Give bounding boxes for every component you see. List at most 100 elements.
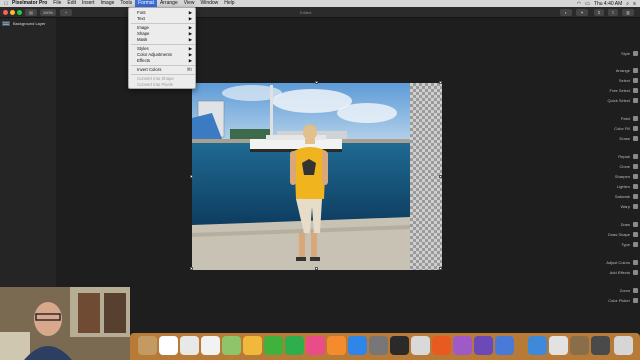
tool-sharpen[interactable]: Sharpen (615, 173, 638, 180)
tool-warp[interactable]: Warp (621, 203, 638, 210)
reminders-app-icon[interactable] (201, 336, 220, 355)
menu-help[interactable]: Help (221, 0, 237, 7)
trash-icon[interactable] (614, 336, 633, 355)
stamp-icon (633, 164, 638, 169)
tool-label: Arrange (615, 68, 630, 73)
notes-paper-icon[interactable] (180, 336, 199, 355)
close-button[interactable] (3, 10, 8, 15)
app-store-icon[interactable] (348, 336, 367, 355)
tool-clone[interactable]: Clone (620, 163, 638, 170)
resize-handle[interactable] (439, 267, 442, 270)
resize-handle[interactable] (315, 267, 318, 270)
resize-handle[interactable] (190, 267, 193, 270)
menu-insert[interactable]: Insert (79, 0, 98, 7)
webcam-overlay (0, 287, 130, 360)
share-button[interactable]: ⇪ (608, 9, 618, 16)
menu-item-label: Styles (137, 46, 149, 51)
photo-image (192, 83, 410, 270)
music-app-icon[interactable] (306, 336, 325, 355)
tool-draw[interactable]: Draw (621, 221, 638, 228)
tool-erase[interactable]: Erase (620, 135, 638, 142)
clock[interactable]: Thu 4:40 AM (594, 1, 622, 7)
books-app-icon[interactable] (327, 336, 346, 355)
menu-tools[interactable]: Tools (117, 0, 135, 7)
menu-app[interactable]: Pixelmator Pro (9, 0, 50, 7)
tools-toggle-button[interactable]: ▥ (622, 9, 634, 16)
facetime-app-icon[interactable] (285, 336, 304, 355)
resize-handle[interactable] (439, 81, 442, 84)
tool-add-effects[interactable]: Add Effects (610, 269, 638, 276)
app-icon[interactable] (495, 336, 514, 355)
tool-label: Select (618, 78, 630, 83)
app-icon[interactable] (474, 336, 493, 355)
tool-label: Color Fill (614, 126, 630, 131)
tool-adjust-colors[interactable]: Adjust Colors (606, 259, 638, 266)
screenshot-icon[interactable] (570, 336, 589, 355)
tool-color-picker[interactable]: Color Picker (608, 297, 638, 304)
tool-quick-select[interactable]: Quick Select (608, 97, 638, 104)
menu-window[interactable]: Window (197, 0, 221, 7)
maps-app-icon[interactable] (222, 336, 241, 355)
menu-file[interactable]: File (50, 0, 64, 7)
vlc-app-icon[interactable] (432, 336, 451, 355)
menu-separator (131, 65, 195, 66)
tool-style[interactable]: Style (621, 50, 638, 57)
menu-item-label: Image (137, 25, 149, 30)
tool-zoom[interactable]: Zoom (620, 287, 638, 294)
app-icon[interactable] (453, 336, 472, 355)
tool-repair[interactable]: Repair (618, 153, 638, 160)
resize-handle[interactable] (439, 175, 442, 178)
menu-item-invert-colors[interactable]: Invert Colors ⌘I (137, 67, 195, 73)
pixelmator-app-icon[interactable] (390, 336, 409, 355)
minimize-button[interactable] (10, 10, 15, 15)
color-adjust-button[interactable]: ◐ (560, 9, 572, 16)
menu-item-effects[interactable]: Effects ▶ (137, 58, 195, 64)
downloads-folder-icon[interactable] (528, 336, 547, 355)
menu-view[interactable]: View (181, 0, 198, 7)
messages-app-icon[interactable] (264, 336, 283, 355)
add-button[interactable]: + (60, 9, 72, 16)
zoom-select[interactable]: 100% (40, 9, 56, 16)
tool-paint[interactable]: Paint (621, 115, 638, 122)
chrome-app-icon[interactable] (411, 336, 430, 355)
tool-label: Clone (619, 164, 630, 169)
battery-icon[interactable]: ▭ (585, 1, 590, 7)
photos-app-icon[interactable] (243, 336, 262, 355)
tool-draw-shape[interactable]: Draw Shape (608, 231, 638, 238)
tool-free-select[interactable]: Free Select (610, 87, 638, 94)
system-preferences-icon[interactable] (369, 336, 388, 355)
layer-row[interactable]: Background Layer (2, 20, 54, 27)
tool-saturate[interactable]: Saturate (615, 193, 638, 200)
zoom-button[interactable] (17, 10, 22, 15)
tool-color-fill[interactable]: Color Fill (614, 125, 638, 132)
canvas[interactable] (190, 81, 442, 270)
tool-select[interactable]: Select (619, 77, 638, 84)
notes-app-icon[interactable] (138, 336, 157, 355)
search-icon[interactable]: ⌕ (626, 1, 629, 7)
tool-lighten[interactable]: Lighten (617, 183, 638, 190)
resize-handle[interactable] (190, 175, 193, 178)
effects-button[interactable]: ✦ (576, 9, 588, 16)
crop-button[interactable]: ⌗ (594, 9, 604, 16)
menu-item-text[interactable]: Text ▶ (137, 16, 195, 22)
tool-type[interactable]: Type (621, 241, 638, 248)
menu-edit[interactable]: Edit (64, 0, 79, 7)
menu-image[interactable]: Image (98, 0, 118, 7)
tool-arrange[interactable]: Arrange (616, 67, 638, 74)
bucket-icon (633, 126, 638, 131)
document-icon[interactable] (549, 336, 568, 355)
menu-arrange[interactable]: Arrange (157, 0, 181, 7)
effects-icon (633, 270, 638, 275)
brush-icon (633, 116, 638, 121)
tool-label: Paint (620, 116, 630, 121)
resize-handle[interactable] (315, 81, 318, 84)
tool-label: Zoom (619, 288, 630, 293)
menu-list-icon[interactable]: ≡ (633, 1, 636, 7)
calendar-app-icon[interactable] (159, 336, 178, 355)
menu-item-mask[interactable]: Mask ▶ (137, 37, 195, 43)
menu-format[interactable]: Format (135, 0, 157, 7)
adjust-icon (633, 260, 638, 265)
wifi-icon[interactable]: ◠ (577, 1, 581, 7)
sidebar-toggle-button[interactable]: ▤ (25, 9, 37, 16)
screenshot-icon[interactable] (591, 336, 610, 355)
